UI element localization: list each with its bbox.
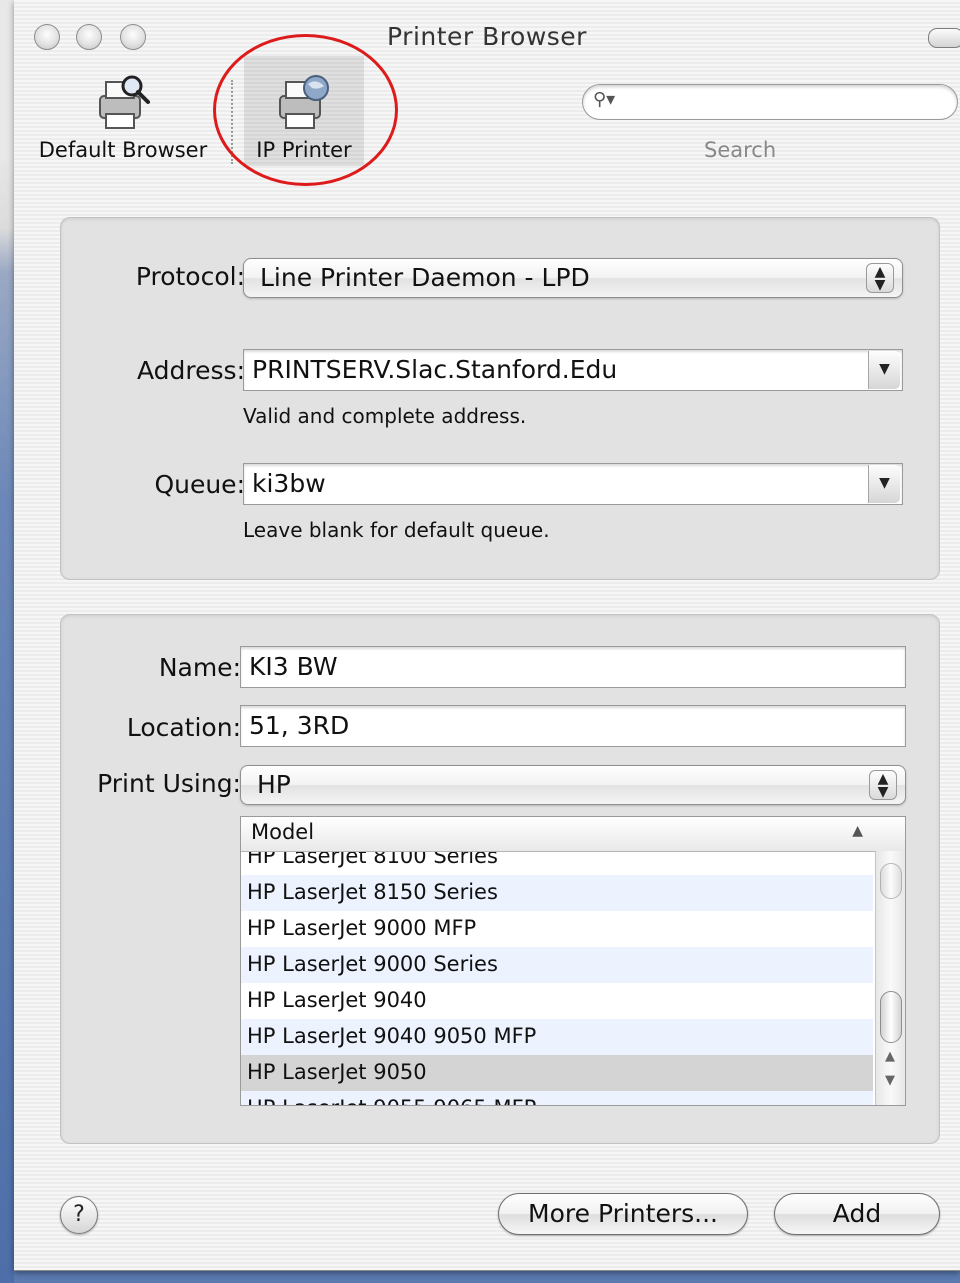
print-using-popup[interactable]: HP ▲ ▼ bbox=[240, 765, 906, 805]
add-button[interactable]: Add bbox=[774, 1193, 940, 1235]
model-rows: HP LaserJet 8100 Series HP LaserJet 8150 … bbox=[241, 839, 873, 1105]
printer-magnifier-icon bbox=[99, 75, 150, 129]
location-field[interactable]: 51, 3RD bbox=[240, 705, 906, 747]
printer-globe-icon bbox=[279, 75, 329, 129]
scroll-up-arrow-icon[interactable]: ▲ bbox=[876, 1049, 904, 1064]
model-list-item[interactable]: HP LaserJet 9040 9050 MFP bbox=[241, 1019, 873, 1055]
location-label: Location: bbox=[126, 713, 241, 742]
search-input[interactable]: ⚲▾ bbox=[582, 84, 958, 120]
address-combobox[interactable]: PRINTSERV.Slac.Stanford.Edu ▼ bbox=[243, 349, 903, 391]
toolbar-separator bbox=[231, 80, 233, 164]
model-list-item-label: HP LaserJet 9000 MFP bbox=[247, 916, 477, 940]
sort-ascending-icon: ▲ bbox=[852, 823, 863, 839]
model-list-item-label: HP LaserJet 9040 9050 MFP bbox=[247, 1024, 537, 1048]
queue-label: Queue: bbox=[154, 470, 245, 499]
model-list-item-label: HP LaserJet 9055 9065 MFP bbox=[247, 1096, 536, 1105]
protocol-label: Protocol: bbox=[135, 262, 245, 291]
name-value: KI3 BW bbox=[249, 652, 338, 681]
protocol-popup[interactable]: Line Printer Daemon - LPD ▲ ▼ bbox=[243, 258, 903, 298]
queue-hint: Leave blank for default queue. bbox=[243, 518, 550, 542]
scroll-down-arrow-icon[interactable]: ▼ bbox=[876, 1073, 904, 1088]
address-label: Address: bbox=[137, 356, 245, 385]
toolbar-item-default-browser[interactable]: Default Browser bbox=[30, 56, 216, 166]
protocol-value: Line Printer Daemon - LPD bbox=[260, 263, 590, 292]
chevron-down-icon[interactable]: ▼ bbox=[868, 465, 900, 503]
scroll-track-cap bbox=[880, 863, 902, 899]
model-list-scrollbar[interactable]: ▲ ▼ bbox=[875, 851, 905, 1105]
print-using-value: HP bbox=[257, 770, 291, 799]
print-using-label: Print Using: bbox=[97, 769, 241, 798]
titlebar: Printer Browser Default Browser IP Print… bbox=[14, 0, 960, 186]
model-list-item-label: HP LaserJet 8150 Series bbox=[247, 880, 498, 904]
model-column-header[interactable]: Model ▲ bbox=[241, 817, 905, 852]
model-header-label: Model bbox=[251, 820, 315, 844]
address-hint: Valid and complete address. bbox=[243, 404, 527, 428]
connection-group: Protocol: Line Printer Daemon - LPD ▲ ▼ A… bbox=[60, 217, 940, 580]
model-list-item-label: HP LaserJet 9050 bbox=[247, 1060, 427, 1084]
toolbar-toggle-button[interactable] bbox=[928, 28, 960, 48]
toolbar-item-ip-printer[interactable]: IP Printer bbox=[244, 56, 364, 166]
name-label: Name: bbox=[158, 653, 241, 682]
model-list-item-label: HP LaserJet 9040 bbox=[247, 988, 427, 1012]
location-value: 51, 3RD bbox=[249, 711, 350, 740]
desktop-background bbox=[0, 160, 14, 1283]
more-printers-button[interactable]: More Printers... bbox=[498, 1193, 748, 1235]
updown-arrows-icon: ▲ ▼ bbox=[869, 770, 897, 800]
name-field[interactable]: KI3 BW bbox=[240, 646, 906, 688]
model-list-item[interactable]: HP LaserJet 9000 Series bbox=[241, 947, 873, 983]
window-title: Printer Browser bbox=[387, 22, 587, 51]
model-list[interactable]: HP LaserJet 8100 Series HP LaserJet 8150 … bbox=[240, 816, 906, 1106]
printer-browser-window: Printer Browser Default Browser IP Print… bbox=[14, 0, 960, 1271]
model-list-item[interactable]: HP LaserJet 9000 MFP bbox=[241, 911, 873, 947]
help-button[interactable]: ? bbox=[60, 1196, 98, 1234]
model-list-item[interactable]: HP LaserJet 9040 bbox=[241, 983, 873, 1019]
toolbar-item-label: Default Browser bbox=[38, 138, 208, 162]
model-list-item[interactable]: HP LaserJet 8150 Series bbox=[241, 875, 873, 911]
queue-combobox[interactable]: ki3bw ▼ bbox=[243, 463, 903, 505]
queue-value: ki3bw bbox=[252, 469, 326, 498]
chevron-down-icon[interactable]: ▼ bbox=[868, 351, 900, 389]
updown-arrows-icon: ▲ ▼ bbox=[866, 263, 894, 293]
model-list-item[interactable]: HP LaserJet 9050 bbox=[241, 1055, 873, 1091]
address-value: PRINTSERV.Slac.Stanford.Edu bbox=[252, 355, 618, 384]
model-list-item[interactable]: HP LaserJet 9055 9065 MFP bbox=[241, 1091, 873, 1105]
toolbar-item-label: IP Printer bbox=[256, 138, 352, 162]
scroll-thumb[interactable] bbox=[880, 991, 902, 1043]
search-label: Search bbox=[704, 138, 777, 162]
model-list-item-label: HP LaserJet 9000 Series bbox=[247, 952, 498, 976]
search-icon: ⚲▾ bbox=[593, 89, 616, 110]
